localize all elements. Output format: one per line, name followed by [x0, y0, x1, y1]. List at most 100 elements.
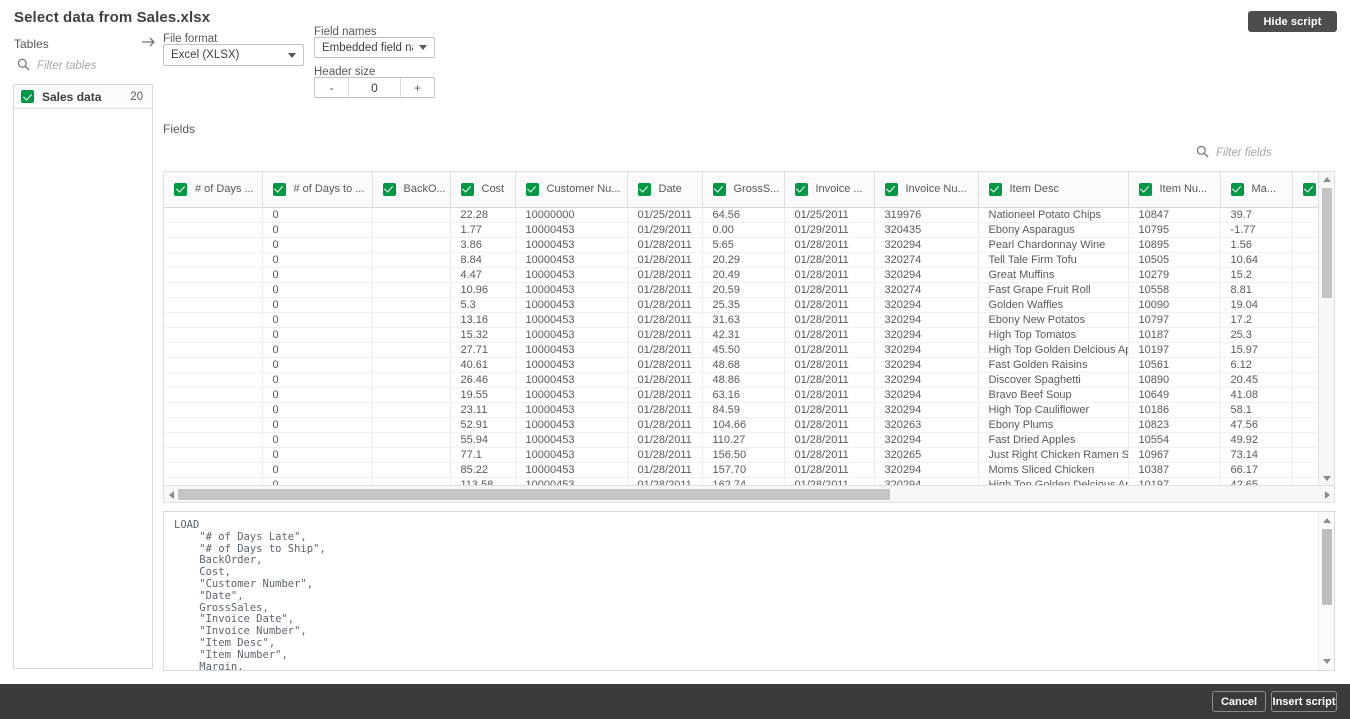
script-editor[interactable]: LOAD "# of Days Late", "# of Days to Shi…	[163, 511, 1335, 671]
table-cell: 10.64	[1220, 252, 1293, 268]
table-cell	[372, 252, 451, 268]
column-header-11[interactable]: Ma...	[1220, 172, 1293, 208]
column-checkbox-icon[interactable]	[637, 182, 651, 196]
table-cell: 0	[262, 447, 373, 463]
table-cell	[1292, 387, 1319, 403]
table-cell: High Top Golden Delcious Apples	[978, 477, 1129, 485]
table-cell: 01/28/2011	[627, 447, 703, 463]
table-cell: 01/28/2011	[784, 462, 875, 478]
script-scroll-down-button[interactable]	[1319, 654, 1334, 668]
table-cell: 10000453	[515, 312, 628, 328]
column-checkbox-icon[interactable]	[1138, 182, 1152, 196]
table-cell: 01/28/2011	[784, 417, 875, 433]
table-cell: 104.66	[702, 417, 785, 433]
column-header-9[interactable]: Item Desc	[978, 172, 1129, 208]
column-checkbox-icon[interactable]	[794, 182, 808, 196]
table-cell: 01/28/2011	[627, 372, 703, 388]
column-header-label: Cost	[481, 183, 505, 196]
column-header-6[interactable]: GrossS...	[702, 172, 785, 208]
column-header-7[interactable]: Invoice ...	[784, 172, 875, 208]
table-cell	[164, 252, 263, 268]
scroll-left-button[interactable]	[164, 486, 178, 502]
table-cell: 10797	[1128, 312, 1221, 328]
column-header-5[interactable]: Date	[627, 172, 703, 208]
column-header-label: Item Nu...	[1159, 183, 1208, 196]
hide-script-button[interactable]: Hide script	[1248, 11, 1337, 32]
column-checkbox-icon[interactable]	[525, 182, 539, 196]
column-header-8[interactable]: Invoice Nu...	[874, 172, 979, 208]
table-row: 0 26.46 10000453 01/28/2011 48.86 01/28/2011 3…	[164, 372, 1319, 388]
table-cell	[1292, 402, 1319, 418]
header-size-value[interactable]: 0	[349, 78, 400, 97]
script-scroll-up-button[interactable]	[1319, 513, 1334, 527]
table-cell: High Top Tomatos	[978, 327, 1129, 343]
column-checkbox-icon[interactable]	[712, 182, 726, 196]
filter-tables-input[interactable]: Filter tables	[17, 58, 96, 74]
table-cell: 63.16	[702, 387, 785, 403]
table-cell: 10000453	[515, 417, 628, 433]
table-cell	[164, 477, 263, 485]
column-checkbox-icon[interactable]	[382, 182, 396, 196]
script-code[interactable]: LOAD "# of Days Late", "# of Days to Shi…	[164, 512, 1319, 670]
vertical-scroll-thumb[interactable]	[1322, 188, 1332, 298]
table-item-count: 20	[130, 90, 143, 103]
table-cell: 40.61	[450, 357, 516, 373]
chevron-right-icon	[1324, 490, 1330, 499]
table-cell: 15.97	[1220, 342, 1293, 358]
table-row: 0 52.91 10000453 01/28/2011 104.66 01/28/2011…	[164, 417, 1319, 433]
table-cell: 320294	[874, 357, 979, 373]
filter-fields-input[interactable]: Filter fields	[1196, 145, 1272, 161]
table-cell: 01/28/2011	[627, 297, 703, 313]
table-cell	[164, 282, 263, 298]
column-header-3[interactable]: Cost	[450, 172, 516, 208]
column-checkbox-icon[interactable]	[460, 182, 474, 196]
table-list-item-sales-data[interactable]: Sales data 20	[14, 85, 152, 109]
script-vertical-scrollbar[interactable]	[1318, 512, 1334, 670]
horizontal-scroll-thumb[interactable]	[178, 489, 890, 500]
table-cell	[164, 372, 263, 388]
table-row: 0 13.16 10000453 01/28/2011 31.63 01/28/2011 3…	[164, 312, 1319, 328]
table-cell: 10000453	[515, 342, 628, 358]
insert-script-button[interactable]: Insert script	[1271, 691, 1337, 712]
cancel-button[interactable]: Cancel	[1212, 691, 1266, 712]
table-cell	[372, 267, 451, 283]
grid-vertical-scrollbar[interactable]	[1318, 172, 1334, 485]
header-size-decrement-button[interactable]: -	[315, 78, 349, 97]
table-cell: 10187	[1128, 327, 1221, 343]
table-cell	[372, 342, 451, 358]
table-cell: 27.71	[450, 342, 516, 358]
table-cell	[1292, 312, 1319, 328]
table-cell: 10561	[1128, 357, 1221, 373]
column-header-1[interactable]: # of Days to ...	[262, 172, 373, 208]
table-cell	[1292, 447, 1319, 463]
table-checkbox-icon[interactable]	[21, 90, 34, 103]
scroll-down-button[interactable]	[1319, 471, 1334, 485]
column-header-4[interactable]: Customer Nu...	[515, 172, 628, 208]
table-cell: 01/28/2011	[784, 312, 875, 328]
table-cell: Great Muffins	[978, 267, 1129, 283]
file-format-select[interactable]: Excel (XLSX)	[163, 44, 304, 66]
table-cell: 19.04	[1220, 297, 1293, 313]
column-checkbox-icon[interactable]	[988, 182, 1002, 196]
column-checkbox-icon[interactable]	[1302, 182, 1316, 196]
column-checkbox-icon[interactable]	[884, 182, 898, 196]
column-header-12[interactable]: Ope	[1292, 172, 1319, 208]
scroll-up-button[interactable]	[1319, 172, 1334, 186]
column-header-10[interactable]: Item Nu...	[1128, 172, 1221, 208]
column-header-0[interactable]: # of Days ...	[164, 172, 263, 208]
grid-horizontal-scrollbar[interactable]	[164, 485, 1334, 502]
table-cell: 0	[262, 267, 373, 283]
table-cell: 10.96	[450, 282, 516, 298]
column-checkbox-icon[interactable]	[272, 182, 286, 196]
table-cell	[372, 312, 451, 328]
scroll-right-button[interactable]	[1320, 486, 1334, 502]
column-header-2[interactable]: BackO...	[372, 172, 451, 208]
table-cell	[164, 432, 263, 448]
field-names-select[interactable]: Embedded field names	[314, 37, 435, 58]
table-cell: 10823	[1128, 417, 1221, 433]
column-checkbox-icon[interactable]	[174, 182, 187, 196]
script-scroll-thumb[interactable]	[1322, 529, 1332, 605]
table-cell: Golden Waffles	[978, 297, 1129, 313]
column-checkbox-icon[interactable]	[1230, 182, 1244, 196]
header-size-increment-button[interactable]: +	[400, 78, 434, 97]
